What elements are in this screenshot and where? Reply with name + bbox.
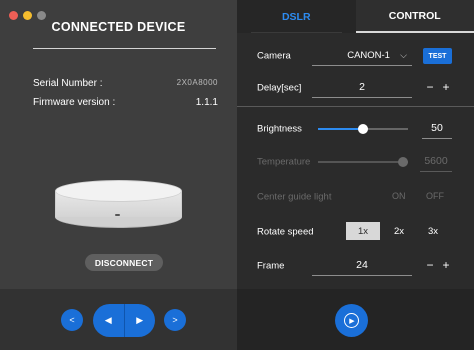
minimize-window-button[interactable] bbox=[23, 11, 32, 20]
brightness-slider-handle[interactable] bbox=[358, 124, 368, 134]
camera-value: CANON-1 bbox=[347, 49, 390, 61]
window-controls bbox=[9, 11, 46, 20]
rotation-controls: < ◀ ▶ > bbox=[0, 289, 237, 350]
delay-label: Delay[sec] bbox=[257, 82, 302, 94]
delay-increment-button[interactable]: + bbox=[440, 80, 452, 94]
tab-control[interactable]: CONTROL bbox=[355, 0, 474, 33]
brightness-input[interactable]: 50 bbox=[422, 118, 452, 139]
brightness-label: Brightness bbox=[257, 123, 302, 135]
temperature-row: Temperature 5600 bbox=[237, 151, 474, 173]
tab-bar: DSLR CONTROL bbox=[237, 0, 474, 33]
frame-label: Frame bbox=[257, 260, 285, 272]
serial-number-row: Serial Number : 2X0A8000 bbox=[33, 78, 218, 89]
rotate-left-button[interactable]: ◀ bbox=[93, 304, 124, 337]
rotate-right-button[interactable]: ▶ bbox=[125, 304, 156, 337]
speed-1x-option[interactable]: 1x bbox=[346, 222, 380, 240]
temperature-label: Temperature bbox=[257, 156, 311, 168]
settings-panel: DSLR CONTROL Camera CANON-1 ⌵ TEST Delay… bbox=[237, 0, 474, 350]
center-guide-row: Center guide light ON OFF bbox=[237, 186, 474, 208]
frame-input[interactable]: 24 bbox=[312, 255, 412, 276]
temperature-slider[interactable] bbox=[318, 157, 408, 167]
panel-title: CONNECTED DEVICE bbox=[51, 20, 186, 34]
chevron-left-icon: < bbox=[69, 315, 75, 325]
frame-decrement-button[interactable]: − bbox=[424, 258, 436, 272]
close-window-button[interactable] bbox=[9, 11, 18, 20]
brightness-row: Brightness 50 bbox=[237, 118, 474, 140]
turntable-device-image bbox=[55, 180, 182, 240]
serial-number-label: Serial Number : bbox=[33, 78, 103, 89]
firmware-row: Firmware version : 1.1.1 bbox=[33, 97, 218, 108]
device-panel: CONNECTED DEVICE Serial Number : 2X0A800… bbox=[0, 0, 237, 350]
chevron-right-icon: > bbox=[172, 315, 178, 325]
speed-2x-option[interactable]: 2x bbox=[382, 222, 416, 240]
brightness-slider[interactable] bbox=[318, 124, 408, 134]
rotate-pill: ◀ ▶ bbox=[93, 304, 155, 337]
step-next-button[interactable]: > bbox=[164, 309, 186, 331]
camera-row: Camera CANON-1 ⌵ TEST bbox=[237, 45, 474, 67]
speed-3x-option[interactable]: 3x bbox=[416, 222, 450, 240]
brightness-slider-fill bbox=[318, 128, 363, 130]
camera-select[interactable]: CANON-1 ⌵ bbox=[312, 45, 412, 66]
capture-controls: ▶ bbox=[237, 289, 474, 350]
zoom-window-button[interactable] bbox=[37, 11, 46, 20]
camera-label: Camera bbox=[257, 50, 291, 62]
device-led bbox=[115, 214, 120, 216]
rotate-speed-label: Rotate speed bbox=[257, 226, 314, 238]
serial-number-value: 2X0A8000 bbox=[176, 78, 218, 87]
step-prev-button[interactable]: < bbox=[61, 309, 83, 331]
guide-on-toggle[interactable]: ON bbox=[392, 191, 406, 201]
center-guide-label: Center guide light bbox=[257, 191, 332, 203]
play-icon: ▶ bbox=[344, 313, 359, 328]
test-button[interactable]: TEST bbox=[423, 48, 452, 64]
temperature-input[interactable]: 5600 bbox=[420, 151, 452, 172]
play-right-icon: ▶ bbox=[136, 315, 144, 325]
section-divider bbox=[237, 106, 474, 107]
firmware-value: 1.1.1 bbox=[195, 97, 218, 108]
temperature-slider-handle[interactable] bbox=[398, 157, 408, 167]
frame-increment-button[interactable]: + bbox=[440, 258, 452, 272]
start-capture-button[interactable]: ▶ bbox=[335, 304, 368, 337]
rotate-speed-row: Rotate speed 1x 2x 3x bbox=[237, 221, 474, 243]
chevron-down-icon: ⌵ bbox=[400, 49, 407, 60]
delay-decrement-button[interactable]: − bbox=[424, 80, 436, 94]
firmware-label: Firmware version : bbox=[33, 97, 116, 108]
delay-row: Delay[sec] 2 − + bbox=[237, 77, 474, 99]
title-divider bbox=[33, 48, 216, 49]
delay-input[interactable]: 2 bbox=[312, 77, 412, 98]
disconnect-button[interactable]: DISCONNECT bbox=[85, 254, 163, 271]
tab-dslr[interactable]: DSLR bbox=[237, 0, 356, 33]
play-left-icon: ◀ bbox=[104, 315, 112, 325]
frame-row: Frame 24 − + bbox=[237, 255, 474, 277]
guide-off-toggle[interactable]: OFF bbox=[426, 191, 444, 201]
